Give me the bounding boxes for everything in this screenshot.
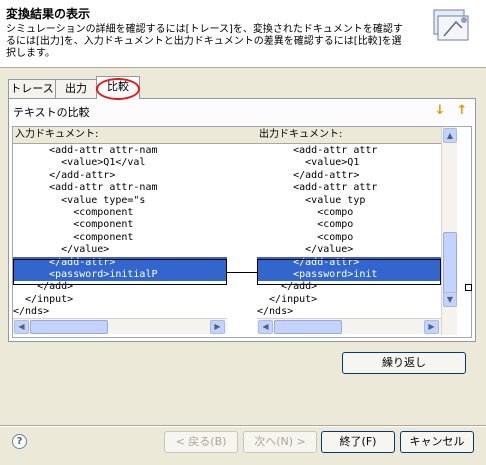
next-difference-icon[interactable]: ↓ (433, 103, 447, 119)
code-line: </value> (257, 244, 354, 256)
code-line: </add-attr> (257, 169, 360, 181)
left-code-pane[interactable]: <add-attr attr-nam <value>Q1</val </add-… (13, 145, 227, 318)
footer-divider (0, 425, 486, 427)
code-line: <add-attr attr (257, 145, 378, 156)
code-line: <add-attr attr (257, 182, 378, 194)
page-title: 変換結果の表示 (6, 7, 91, 21)
code-line: </nds> (257, 306, 294, 318)
overview-marker (465, 284, 472, 291)
left-scroll-thumb[interactable] (30, 320, 108, 334)
page-description: シミュレーションの詳細を確認するには[トレース]を、変換されたドキュメントを確認… (6, 24, 403, 59)
tab-output[interactable]: 出力 (55, 79, 97, 98)
right-difference-box (257, 259, 441, 285)
right-code-pane[interactable]: <add-attr attr <value>Q1 </add-attr> <ad… (257, 145, 441, 318)
wizard-header: 変換結果の表示 シミュレーションの詳細を確認するには[トレース]を、変換されたド… (0, 0, 486, 68)
left-horizontal-scrollbar[interactable]: ◀ ▶ (13, 318, 227, 334)
right-scroll-thumb[interactable] (274, 320, 342, 334)
code-line: <compo (257, 219, 354, 231)
code-line: <value>Q1</val (13, 157, 146, 169)
code-line: <value type="s (13, 194, 146, 206)
code-line: <component (13, 231, 134, 243)
tab-trace[interactable]: トレース (8, 79, 56, 98)
compare-label: テキストの比較 (13, 106, 90, 119)
code-line: </nds> (13, 306, 50, 318)
scroll-right-icon[interactable]: ▶ (210, 320, 225, 334)
left-difference-box (13, 259, 227, 285)
vertical-scrollbar[interactable]: ▲ ▼ (441, 127, 457, 335)
scroll-left-icon[interactable]: ◀ (14, 320, 29, 334)
difference-connector-line (227, 272, 257, 273)
help-icon[interactable]: ? (12, 434, 27, 449)
cancel-button[interactable]: キャンセル (400, 431, 474, 453)
right-horizontal-scrollbar[interactable]: ◀ ▶ (257, 318, 441, 334)
scroll-up-icon[interactable]: ▲ (443, 128, 457, 143)
compare-panel: テキストの比較 ↓ ↑ 入力ドキュメント: <add-attr attr-nam… (8, 98, 476, 342)
code-line: </input> (257, 293, 318, 305)
scroll-left-icon[interactable]: ◀ (258, 320, 273, 334)
code-line: <add-attr attr-nam (13, 145, 158, 156)
code-line: <value>Q1 (257, 157, 360, 169)
code-line: <compo (257, 207, 354, 218)
gutter-header (227, 127, 257, 144)
code-line: <component (13, 219, 134, 231)
right-pane-header: 出力ドキュメント: (257, 127, 441, 144)
code-line: <add-attr attr-nam (13, 182, 158, 194)
code-line: </add-attr> (13, 169, 116, 181)
compare-viewer: 入力ドキュメント: <add-attr attr-nam <value>Q1</… (12, 126, 472, 338)
code-line: </value> (13, 244, 110, 256)
code-line: <compo (257, 231, 354, 243)
back-button[interactable]: < 戻る(B) (164, 431, 238, 453)
previous-difference-icon[interactable]: ↑ (455, 103, 469, 119)
repeat-button[interactable]: 繰り返し (342, 352, 466, 374)
wizard-banner-icon (433, 9, 469, 41)
next-button[interactable]: 次へ(N) > (243, 431, 317, 453)
left-pane-header: 入力ドキュメント: (13, 127, 227, 144)
code-line: </input> (13, 293, 74, 305)
code-line: <value typ (257, 194, 366, 206)
scroll-down-icon[interactable]: ▼ (443, 292, 457, 307)
code-line: <component (13, 207, 134, 218)
scroll-right-icon[interactable]: ▶ (424, 320, 439, 334)
tab-highlight-circle (96, 78, 140, 100)
finish-button[interactable]: 終了(F) (321, 431, 395, 453)
